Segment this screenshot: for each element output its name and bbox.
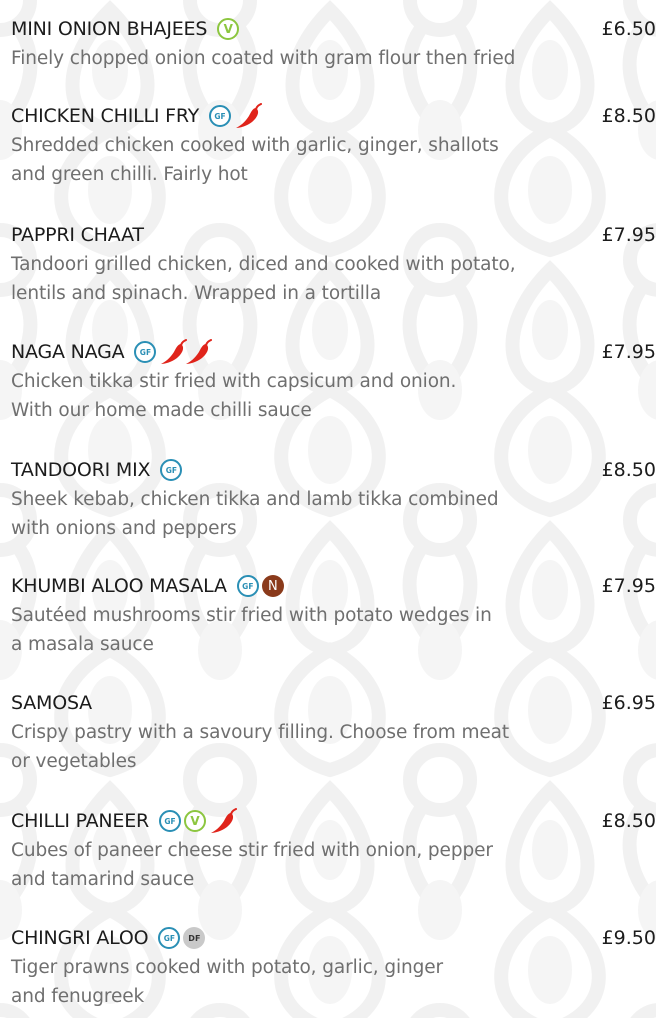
menu-item-header: NAGA NAGA GF £7.95 (11, 337, 656, 367)
dietary-badges: V (217, 18, 240, 40)
menu-item-price: £8.50 (601, 459, 656, 481)
menu-item-description: Sautéed mushrooms stir fried with potato… (11, 605, 492, 655)
dairy-free-icon: DF (183, 927, 206, 949)
menu-item-name: MINI ONION BHAJEES (11, 18, 208, 40)
gluten-free-icon: GF (209, 105, 232, 127)
menu-item: TANDOORI MIX GF £8.50 Sheek kebab, chicken … (11, 455, 656, 543)
menu-item-name: KHUMBI ALOO MASALA (11, 575, 227, 597)
menu-item-name: PAPPRI CHAAT (11, 224, 144, 246)
menu-item-price: £8.50 (601, 105, 656, 127)
chilli-icon (211, 808, 238, 833)
nuts-icon: N (261, 575, 284, 597)
menu-item-description: Shredded chicken cooked with garlic, gin… (11, 135, 499, 185)
dietary-badges: GF V (159, 808, 239, 834)
dietary-badges: GF (209, 103, 264, 129)
menu-item: CHICKEN CHILLI FRY GF £8.50 Shredded chicke… (11, 101, 656, 189)
gluten-free-icon: GF (160, 459, 183, 481)
menu-item: NAGA NAGA GF £7.95 Chicken tikka stir fried… (11, 337, 656, 425)
vegetarian-icon: V (217, 18, 240, 40)
menu-item-price: £8.50 (601, 810, 656, 832)
chilli-icon (236, 103, 263, 128)
menu-item-price: £7.95 (601, 224, 656, 246)
dietary-badges: GF N (236, 575, 284, 597)
menu-item-price: £7.95 (601, 341, 656, 363)
menu-item: PAPPRI CHAAT £7.95 Tandoori grilled chicke… (11, 220, 656, 308)
menu-item-price: £6.95 (601, 692, 656, 714)
menu-item-description: Tandoori grilled chicken, diced and cook… (11, 254, 516, 304)
menu-item-description: Tiger prawns cooked with potato, garlic,… (11, 957, 444, 1007)
gluten-free-icon: GF (134, 341, 157, 363)
menu-item-description: Chicken tikka stir fried with capsicum a… (11, 371, 457, 421)
dietary-badges: GF DF (158, 927, 206, 949)
menu-item-price: £6.50 (601, 18, 656, 40)
menu-item-description: Finely chopped onion coated with gram fl… (11, 48, 516, 69)
menu-item: SAMOSA £6.95 Crispy pastry with a savoury … (11, 688, 656, 776)
menu-item-header: KHUMBI ALOO MASALA GF N £7.95 (11, 571, 656, 601)
menu-item-header: PAPPRI CHAAT £7.95 (11, 220, 656, 250)
menu-item-price: £9.50 (601, 927, 656, 949)
gluten-free-icon: GF (158, 927, 181, 949)
dietary-badges: GF (134, 339, 214, 365)
menu-item-name: CHILLI PANEER (11, 810, 150, 832)
menu-item-description: Sheek kebab, chicken tikka and lamb tikk… (11, 489, 499, 539)
menu-item-name: NAGA NAGA (11, 341, 125, 363)
menu-item-header: MINI ONION BHAJEES V £6.50 (11, 14, 656, 44)
menu-item: MINI ONION BHAJEES V £6.50 Finely chopped o… (11, 14, 656, 73)
vegetarian-icon: V (184, 810, 207, 832)
menu-item-name: CHINGRI ALOO (11, 927, 149, 949)
menu-item-price: £7.95 (601, 575, 656, 597)
chilli-icon (186, 339, 213, 364)
menu-item-description: Crispy pastry with a savoury filling. Ch… (11, 722, 510, 772)
menu-item: CHILLI PANEER GF V £8.50 Cubes of paneer che… (11, 806, 656, 894)
menu-item: CHINGRI ALOO GF DF £9.50 Tiger prawns cooked… (11, 923, 656, 1011)
menu-item-name: TANDOORI MIX (11, 459, 151, 481)
menu-item: KHUMBI ALOO MASALA GF N £7.95 Sautéed mushro… (11, 571, 656, 659)
menu-item-name: SAMOSA (11, 692, 92, 714)
menu-item-header: TANDOORI MIX GF £8.50 (11, 455, 656, 485)
menu-item-header: CHICKEN CHILLI FRY GF £8.50 (11, 101, 656, 131)
menu-item-header: CHINGRI ALOO GF DF £9.50 (11, 923, 656, 953)
gluten-free-icon: GF (236, 575, 259, 597)
menu-item-name: CHICKEN CHILLI FRY (11, 105, 200, 127)
menu-item-header: SAMOSA £6.95 (11, 688, 656, 718)
gluten-free-icon: GF (159, 810, 182, 832)
menu-item-description: Cubes of paneer cheese stir fried with o… (11, 840, 493, 890)
dietary-badges: GF (160, 459, 183, 481)
menu-item-header: CHILLI PANEER GF V £8.50 (11, 806, 656, 836)
